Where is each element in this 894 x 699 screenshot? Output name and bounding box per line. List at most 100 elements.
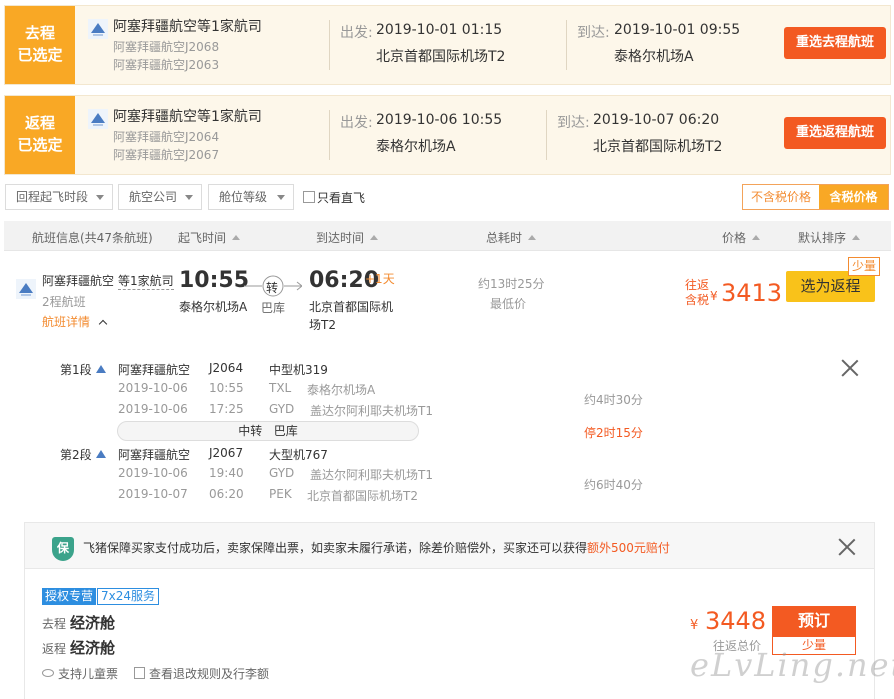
sort-arr-time[interactable]: 到达时间 — [316, 229, 379, 246]
segment-dep-time: 10:55 — [209, 381, 244, 395]
transfer-pill: 中转 巴库 — [117, 421, 419, 441]
divider — [329, 110, 330, 160]
flight-carriers[interactable]: 等1家航司 — [118, 272, 174, 290]
transfer-label: 中转 — [238, 424, 263, 438]
document-icon — [134, 667, 145, 679]
airline-logo-icon — [96, 450, 106, 458]
chevron-down-icon — [277, 195, 285, 200]
sort-dep-time[interactable]: 起飞时间 — [178, 229, 241, 246]
segment-dep-airport: 泰格尔机场A — [307, 383, 376, 397]
return-tag-title: 返程 — [24, 114, 55, 132]
flight-details-link[interactable]: 航班详情 — [42, 313, 108, 330]
segment-arr-code: PEK — [269, 487, 292, 501]
sort-arrow-icon — [752, 235, 761, 240]
outbound-tag-status: 已选定 — [17, 46, 63, 64]
segment-dep-date: 2019-10-06 — [118, 466, 188, 480]
segment-arr-code: GYD — [269, 402, 295, 416]
segment-label: 第1段 — [60, 363, 92, 377]
segment-dep-airport: 盖达尔阿利耶夫机场T1 — [310, 468, 433, 482]
price-currency: ¥ — [710, 289, 718, 303]
airline-filter-label: 航空公司 — [129, 190, 178, 204]
return-time-filter[interactable]: 回程起飞时段 — [5, 184, 113, 210]
segment-dep-code: TXL — [269, 381, 292, 395]
transfer-mark: 转 — [266, 281, 279, 295]
rules-label: 查看退改规则及行李额 — [149, 667, 270, 681]
price-incl-tax-option[interactable]: 含税价格 — [819, 185, 888, 209]
reselect-outbound-button[interactable]: 重选去程航班 — [784, 27, 886, 59]
book-button[interactable]: 预订 — [772, 606, 856, 636]
chevron-up-icon — [98, 319, 108, 329]
segment-flight-number: J2064 — [209, 361, 244, 375]
sort-dep-time-label: 起飞时间 — [178, 231, 227, 245]
return-arr-airport: 北京首都国际机场T2 — [593, 139, 723, 155]
outbound-tag-title: 去程 — [24, 24, 55, 42]
offer-currency: ¥ — [690, 618, 699, 633]
sort-arr-time-label: 到达时间 — [316, 231, 365, 245]
outbound-flight-1: 阿塞拜疆航空J2068 — [113, 40, 220, 54]
plus-day-badge: +1天 — [365, 272, 395, 286]
eye-icon — [42, 669, 54, 677]
header-flight-info-label: 航班信息(共47条航班) — [32, 231, 153, 245]
authorized-badge: 授权专营 — [42, 588, 97, 605]
segment-duration: 约4时30分 — [584, 393, 643, 407]
segment-aircraft: 中型机319 — [269, 363, 328, 377]
flight-segment-count: 2程航班 — [42, 295, 86, 309]
reselect-return-button[interactable]: 重选返程航班 — [784, 117, 886, 149]
sort-arrow-icon — [232, 235, 241, 240]
airline-filter[interactable]: 航空公司 — [118, 184, 202, 210]
child-ticket-label: 支持儿童票 — [58, 667, 119, 681]
offer-price: 3448 — [705, 607, 767, 635]
divider — [329, 20, 330, 70]
guarantee-highlight: 额外500元赔付 — [587, 541, 670, 555]
return-selected-panel: 返程 已选定 阿塞拜疆航空等1家航司 阿塞拜疆航空J2064 阿塞拜疆航空J20… — [4, 95, 891, 175]
segment-aircraft: 大型机767 — [269, 448, 328, 462]
outbound-airline: 阿塞拜疆航空等1家航司 — [113, 19, 262, 35]
flight-dep-time: 10:55 — [179, 268, 250, 293]
price-excl-tax-option[interactable]: 不含税价格 — [743, 185, 819, 209]
sort-default[interactable]: 默认排序 — [798, 229, 861, 246]
direct-only-label[interactable]: 只看直飞 — [317, 189, 365, 206]
offer-ret-cabin: 经济舱 — [70, 639, 116, 657]
segment-airline: 阿塞拜疆航空 — [118, 448, 191, 462]
outbound-selected-tag: 去程 已选定 — [5, 6, 75, 84]
return-tag-status: 已选定 — [17, 136, 63, 154]
shield-icon: 保 — [52, 537, 74, 561]
segment-flight-number: J2067 — [209, 446, 244, 460]
transfer-city: 巴库 — [261, 301, 286, 315]
divider — [546, 110, 547, 160]
return-time-filter-label: 回程起飞时段 — [16, 190, 89, 204]
flight-dep-airport: 泰格尔机场A — [179, 300, 248, 314]
close-icon[interactable] — [837, 537, 857, 557]
return-flight-2: 阿塞拜疆航空J2067 — [113, 148, 220, 162]
segment-arr-airport: 盖达尔阿利耶夫机场T1 — [310, 404, 433, 418]
guarantee-notice: 保 飞猪保障买家支付成功后，卖家保障出票，如卖家未履行承诺，除差价赔偿外，买家还… — [25, 523, 874, 569]
sort-default-label: 默认排序 — [798, 231, 847, 245]
close-icon[interactable] — [840, 358, 860, 378]
lowest-price-tag: 最低价 — [490, 297, 527, 311]
direct-only-checkbox[interactable] — [303, 191, 315, 203]
return-dep-airport: 泰格尔机场A — [376, 139, 456, 155]
return-dep-label: 出发: — [340, 115, 373, 131]
cabin-filter[interactable]: 舱位等级 — [208, 184, 294, 210]
offer-out-cabin: 经济舱 — [70, 614, 116, 632]
price-tax-toggle: 不含税价格 含税价格 — [742, 184, 889, 210]
transfer-stop-time: 停2时15分 — [584, 426, 643, 440]
outbound-flight-2: 阿塞拜疆航空J2063 — [113, 58, 220, 72]
segment-dep-time: 19:40 — [209, 466, 244, 480]
airline-logo-icon — [96, 365, 106, 373]
flight-price: 3413 — [721, 279, 783, 307]
outbound-dep-label: 出发: — [340, 25, 373, 41]
sort-duration[interactable]: 总耗时 — [486, 229, 537, 246]
cabin-filter-label: 舱位等级 — [219, 190, 268, 204]
flight-airline: 阿塞拜疆航空 — [42, 274, 115, 288]
segment-arr-time: 17:25 — [209, 402, 244, 416]
return-dep-time: 2019-10-06 10:55 — [376, 112, 503, 128]
segment-arr-date: 2019-10-07 — [118, 487, 188, 501]
service-badge: 7x24服务 — [97, 588, 160, 605]
outbound-dep-airport: 北京首都国际机场T2 — [376, 49, 506, 65]
chevron-down-icon — [185, 195, 193, 200]
rules-link[interactable]: 查看退改规则及行李额 — [134, 665, 269, 682]
sort-price-label: 价格 — [722, 231, 747, 245]
segment-duration: 约6时40分 — [584, 478, 643, 492]
sort-price[interactable]: 价格 — [722, 229, 761, 246]
